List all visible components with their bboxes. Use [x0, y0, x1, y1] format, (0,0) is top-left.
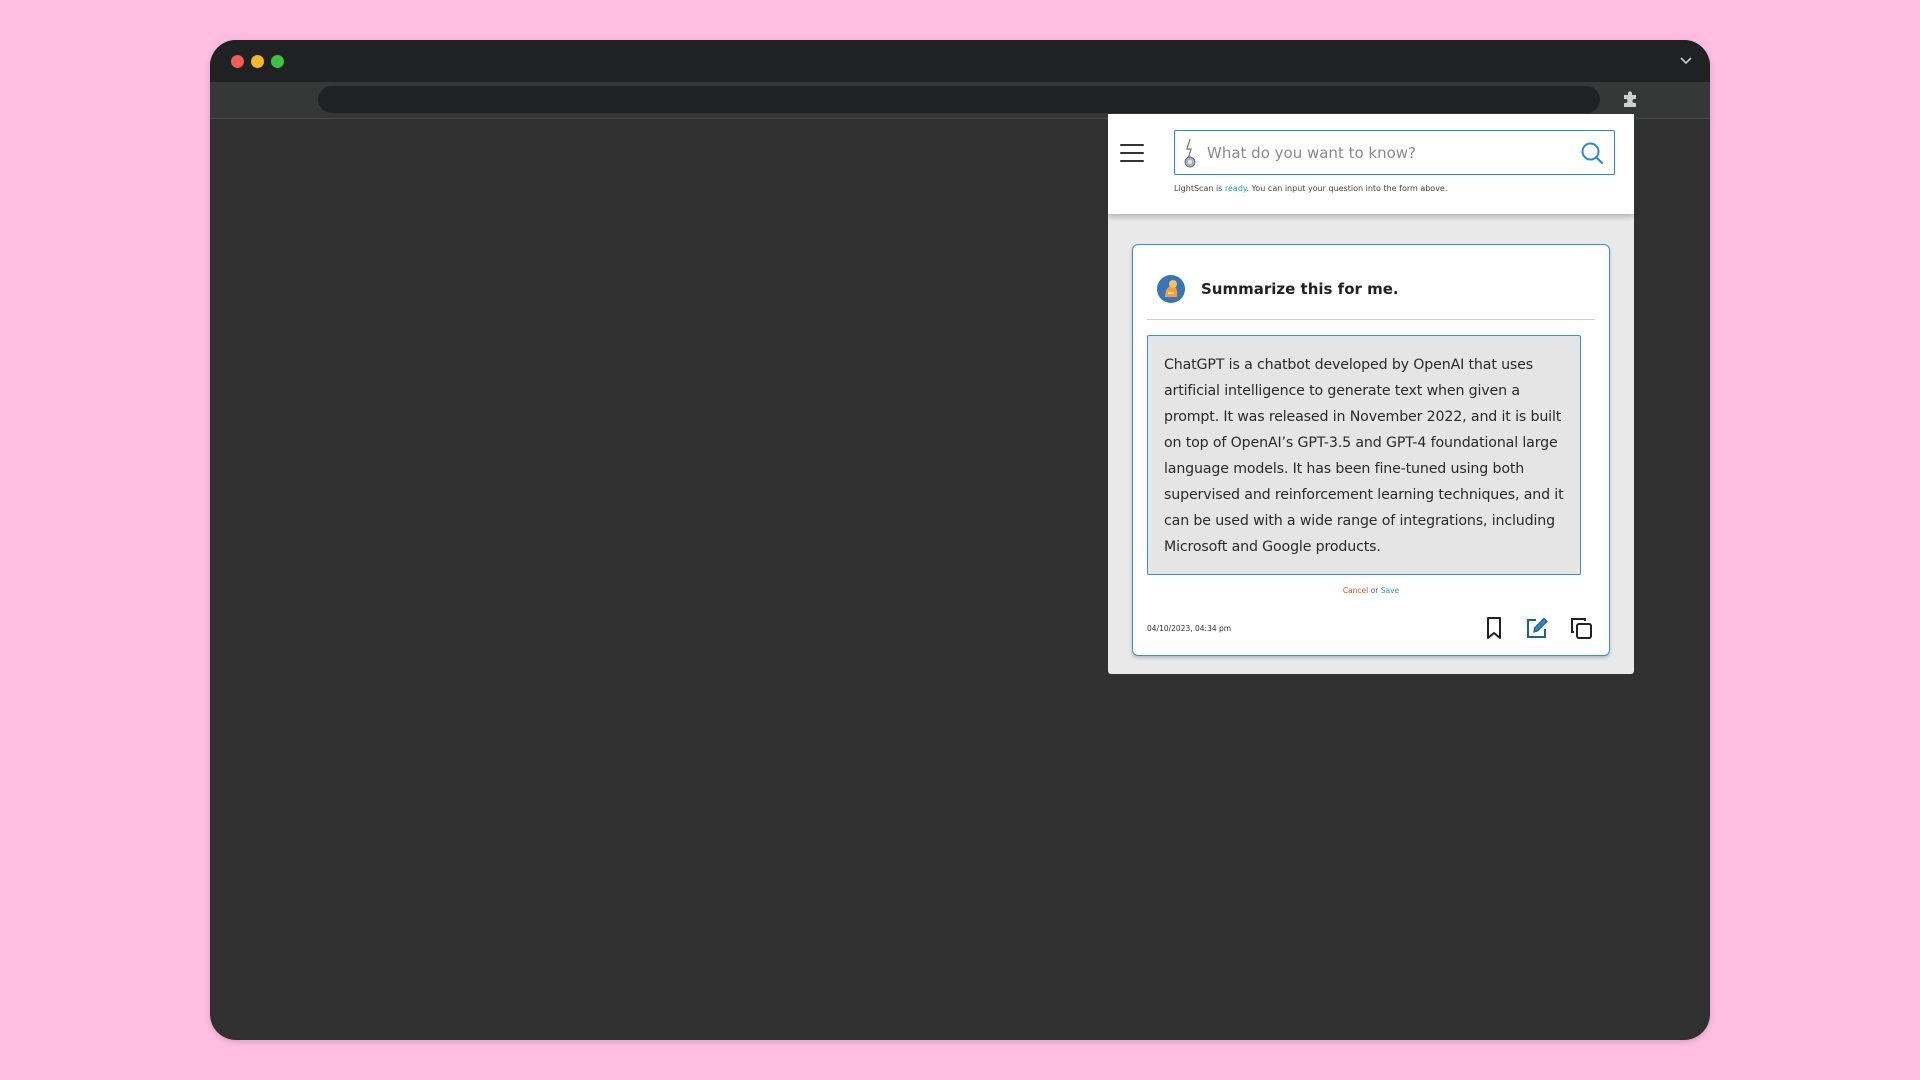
bookmark-icon[interactable]: [1481, 615, 1507, 641]
status-suffix: . You can input your question into the f…: [1246, 184, 1448, 193]
browser-titlebar: [210, 40, 1710, 82]
user-avatar-icon: [1157, 275, 1185, 303]
or-text: or: [1370, 586, 1379, 595]
address-bar[interactable]: [318, 86, 1600, 113]
status-message: LightScan is ready. You can input your q…: [1174, 184, 1447, 193]
copy-icon[interactable]: [1568, 615, 1594, 641]
close-window-button[interactable]: [231, 55, 244, 68]
question-text: Summarize this for me.: [1201, 280, 1399, 298]
popup-header: LightScan is ready. You can input your q…: [1108, 114, 1634, 214]
divider: [1147, 319, 1595, 320]
search-box: [1174, 130, 1615, 175]
answer-card: Summarize this for me. ChatGPT is a chat…: [1132, 244, 1610, 656]
chevron-down-icon[interactable]: [1678, 52, 1694, 68]
search-input[interactable]: [1205, 131, 1569, 175]
search-icon[interactable]: [1580, 141, 1604, 165]
maximize-window-button[interactable]: [271, 55, 284, 68]
puzzle-extension-icon[interactable]: [1620, 89, 1640, 109]
save-link[interactable]: Save: [1381, 586, 1399, 595]
edit-icon[interactable]: [1524, 615, 1550, 641]
answer-textarea[interactable]: ChatGPT is a chatbot developed by OpenAI…: [1147, 335, 1581, 575]
extension-popup: LightScan is ready. You can input your q…: [1108, 114, 1634, 674]
edit-actions: Cancel or Save: [1133, 586, 1609, 595]
browser-window: LightScan is ready. You can input your q…: [210, 40, 1710, 1040]
cancel-link[interactable]: Cancel: [1343, 586, 1368, 595]
status-ready: ready: [1224, 184, 1247, 193]
hamburger-menu-icon[interactable]: [1120, 144, 1144, 164]
timestamp: 04/10/2023, 04:34 pm: [1147, 624, 1232, 633]
lightscan-logo-icon: [1184, 138, 1196, 168]
minimize-window-button[interactable]: [251, 55, 264, 68]
status-prefix: LightScan is: [1174, 184, 1225, 193]
